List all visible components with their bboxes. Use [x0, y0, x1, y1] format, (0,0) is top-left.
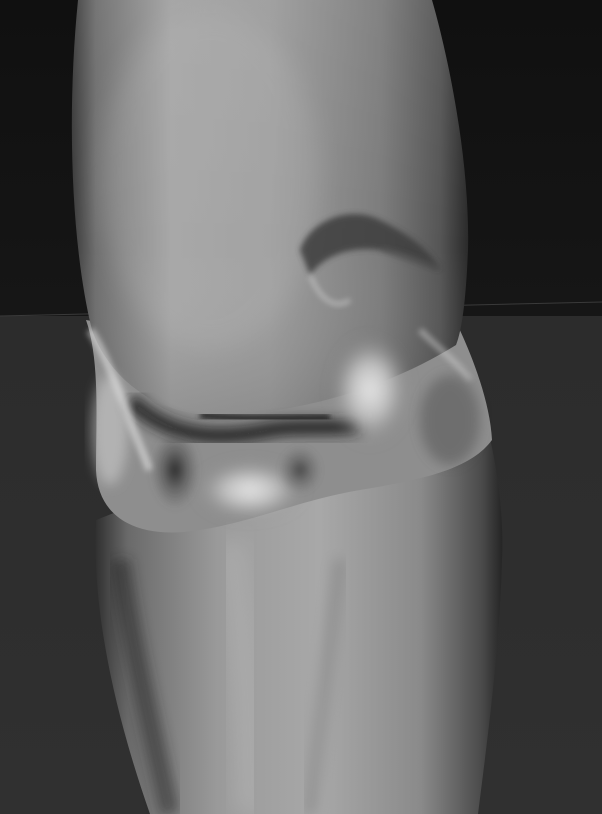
- kneecap-highlight: [330, 335, 410, 445]
- sculpt-viewport[interactable]: [0, 0, 602, 814]
- sculpt-render: [0, 0, 602, 814]
